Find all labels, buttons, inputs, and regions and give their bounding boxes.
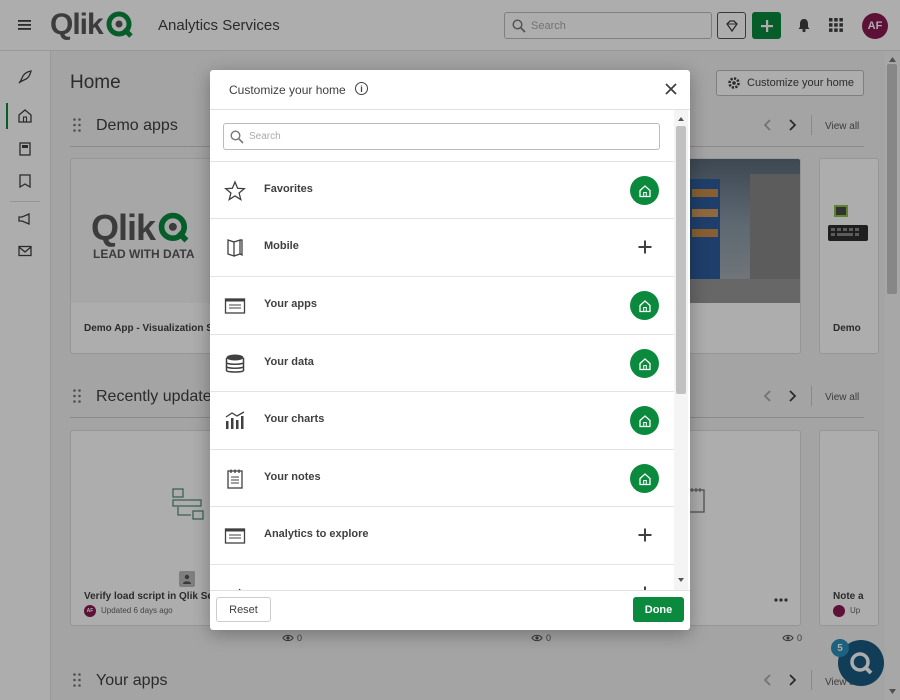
chart-icon	[225, 411, 245, 429]
app-window-icon	[224, 528, 246, 544]
done-button[interactable]: Done	[633, 597, 684, 622]
remove-from-home-button[interactable]	[630, 464, 659, 493]
done-button-label: Done	[644, 603, 673, 616]
section-row-label: Your apps	[264, 298, 317, 310]
section-row-your-apps[interactable]: Your apps	[210, 276, 674, 333]
notes-icon	[227, 469, 243, 489]
star-icon	[224, 180, 246, 202]
reset-button-label: Reset	[229, 603, 258, 616]
section-row-your-charts[interactable]: Your charts	[210, 391, 674, 448]
section-row-label: Your notes	[264, 471, 321, 483]
plus-icon	[638, 240, 652, 254]
section-row-label: Favorites	[264, 183, 313, 195]
section-row-mobile[interactable]: Mobile	[210, 218, 674, 275]
section-row-analytics-to-explore[interactable]: Analytics to explore	[210, 506, 674, 563]
app-window-icon	[224, 298, 246, 314]
close-icon	[665, 83, 677, 95]
scroll-up-icon	[678, 117, 684, 121]
dialog-footer-divider	[210, 590, 690, 591]
add-to-home-button[interactable]	[634, 524, 656, 546]
scroll-down-icon	[678, 578, 684, 582]
database-icon	[225, 354, 245, 373]
section-row-favorites[interactable]: Favorites	[210, 161, 674, 218]
dialog-scroll-thumb[interactable]	[676, 126, 686, 394]
dialog-body: Search Favorites Mobile Your apps Your d…	[210, 110, 690, 590]
remove-from-home-button[interactable]	[630, 291, 659, 320]
search-icon	[230, 130, 244, 144]
home-icon	[638, 472, 651, 485]
dialog-search-input[interactable]: Search	[223, 123, 660, 150]
add-to-home-button[interactable]	[634, 582, 656, 590]
dialog-search-placeholder: Search	[249, 131, 281, 142]
remove-from-home-button[interactable]	[630, 176, 659, 205]
reset-button[interactable]: Reset	[216, 597, 271, 622]
section-row-label: Your charts	[264, 413, 325, 425]
dialog-title: Customize your home	[229, 83, 346, 97]
home-icon	[638, 357, 651, 370]
remove-from-home-button[interactable]	[630, 406, 659, 435]
section-row-your-notes[interactable]: Your notes	[210, 449, 674, 506]
home-icon	[638, 299, 651, 312]
customize-home-dialog: Customize your home i Search Favorites M…	[210, 70, 690, 630]
add-to-home-button[interactable]	[634, 236, 656, 258]
dialog-scrollbar[interactable]	[674, 110, 688, 590]
section-row-label: Mobile	[264, 240, 299, 252]
home-icon	[638, 414, 651, 427]
sparkle-icon	[238, 588, 241, 590]
section-row-partial[interactable]	[210, 564, 674, 590]
home-icon	[638, 184, 651, 197]
section-row-your-data[interactable]: Your data	[210, 334, 674, 391]
section-row-label: Analytics to explore	[264, 528, 369, 540]
info-icon[interactable]: i	[355, 82, 368, 95]
bookmark-icon	[227, 239, 243, 257]
plus-icon	[638, 528, 652, 542]
section-row-label: Your data	[264, 356, 314, 368]
remove-from-home-button[interactable]	[630, 349, 659, 378]
close-button[interactable]	[664, 82, 678, 96]
